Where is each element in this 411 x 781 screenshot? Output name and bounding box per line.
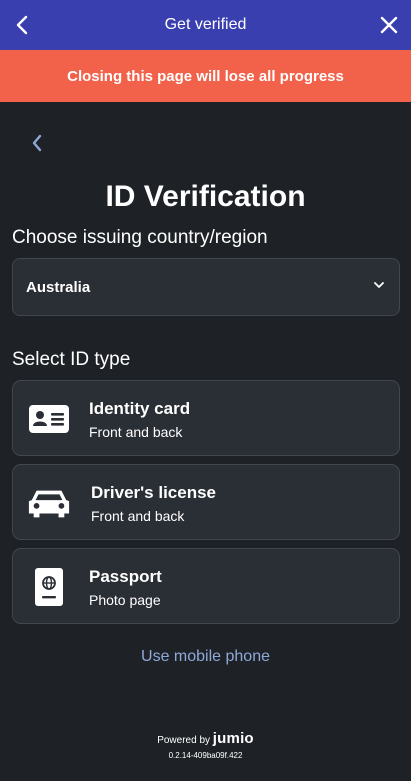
country-select[interactable]: Australia bbox=[12, 258, 400, 316]
powered-by: Powered by jumio bbox=[0, 730, 411, 747]
id-type-passport[interactable]: Passport Photo page bbox=[12, 548, 400, 624]
country-selected-value: Australia bbox=[26, 278, 91, 296]
passport-icon bbox=[27, 567, 71, 607]
jumio-logo: jumio bbox=[212, 730, 254, 747]
warning-banner: Closing this page will lose all progress bbox=[0, 50, 411, 102]
warning-text: Closing this page will lose all progress bbox=[67, 67, 344, 85]
version-text: 0.2.14-409ba09f.422 bbox=[168, 751, 243, 760]
id-type-title: Passport bbox=[89, 567, 162, 586]
id-type-drivers-license[interactable]: Driver's license Front and back bbox=[12, 464, 400, 540]
chevron-down-icon bbox=[374, 282, 384, 288]
header-bar: Get verified bbox=[0, 0, 411, 50]
page-title: ID Verification bbox=[105, 180, 306, 213]
use-mobile-phone-link[interactable]: Use mobile phone bbox=[0, 648, 411, 666]
id-type-title: Driver's license bbox=[91, 483, 217, 502]
id-type-identity-card[interactable]: Identity card Front and back bbox=[12, 380, 400, 456]
idtype-label: Select ID type bbox=[12, 349, 131, 370]
powered-by-text: Powered by bbox=[157, 735, 211, 746]
close-button[interactable] bbox=[373, 9, 405, 41]
back-button[interactable] bbox=[22, 128, 52, 158]
car-icon bbox=[27, 483, 71, 523]
chevron-left-icon bbox=[32, 134, 42, 152]
id-type-subtitle: Front and back bbox=[91, 508, 185, 524]
header-back-button[interactable] bbox=[6, 9, 38, 41]
close-icon bbox=[380, 16, 398, 34]
id-type-subtitle: Front and back bbox=[89, 424, 183, 440]
header-title: Get verified bbox=[164, 16, 247, 33]
id-type-title: Identity card bbox=[89, 399, 191, 418]
id-card-icon bbox=[27, 399, 71, 439]
id-type-subtitle: Photo page bbox=[89, 592, 161, 608]
chevron-left-icon bbox=[16, 15, 28, 35]
country-label: Choose issuing country/region bbox=[12, 227, 268, 248]
